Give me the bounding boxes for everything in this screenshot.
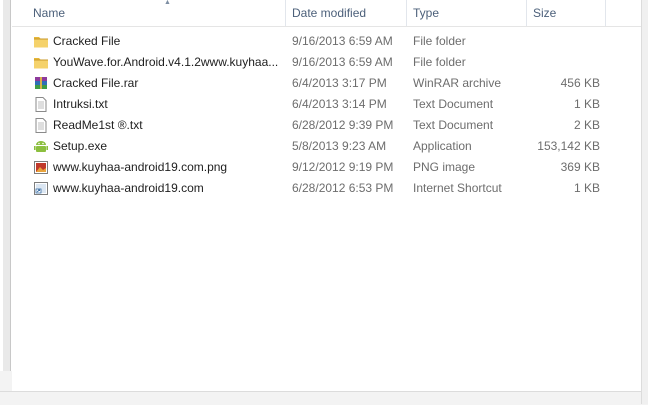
text-document-icon <box>33 97 49 112</box>
file-size: 456 KB <box>560 76 600 90</box>
file-size: 369 KB <box>560 160 600 174</box>
column-header-date-modified[interactable]: Date modified <box>286 0 406 26</box>
file-date-modified: 9/12/2012 9:19 PM <box>292 160 394 174</box>
file-name: www.kuyhaa-android19.com.png <box>53 160 228 174</box>
column-header-type[interactable]: Type <box>407 0 526 26</box>
file-size <box>526 31 600 52</box>
file-row[interactable]: Cracked File.rar 6/4/2013 3:17 PM WinRAR… <box>26 73 604 94</box>
file-name: Intruksi.txt <box>53 97 108 111</box>
file-type: Internet Shortcut <box>413 181 502 195</box>
file-date-modified: 6/28/2012 6:53 PM <box>292 181 394 195</box>
file-row[interactable]: Cracked File 9/16/2013 6:59 AM File fold… <box>26 31 604 52</box>
file-type: WinRAR archive <box>413 76 502 90</box>
file-type: Application <box>413 139 472 153</box>
file-date-modified: 6/28/2012 9:39 PM <box>292 118 394 132</box>
file-size: 153,142 KB <box>537 139 600 153</box>
file-date-modified: 9/16/2013 6:59 AM <box>292 55 393 69</box>
file-row[interactable]: YouWave.for.Android.v4.1.2www.kuyhaa... … <box>26 52 604 73</box>
file-row[interactable]: Setup.exe 5/8/2013 9:23 AM Application 1… <box>26 136 604 157</box>
right-scrollbar[interactable] <box>641 0 648 404</box>
file-type: Text Document <box>413 118 494 132</box>
file-name: Setup.exe <box>53 139 108 153</box>
text-document-icon <box>33 118 49 133</box>
sort-ascending-icon: ▲ <box>164 0 171 6</box>
bottom-scrollbar[interactable] <box>0 391 648 405</box>
file-type: Text Document <box>413 97 494 111</box>
file-name: Cracked File.rar <box>53 76 139 90</box>
column-header-bar: Name ▲ Date modified Type Size <box>12 0 641 27</box>
file-name: Cracked File <box>53 34 121 48</box>
file-size <box>526 52 600 73</box>
png-image-icon <box>33 160 49 175</box>
file-date-modified: 9/16/2013 6:59 AM <box>292 34 393 48</box>
file-type: PNG image <box>413 160 476 174</box>
left-scrollbar[interactable] <box>3 0 11 371</box>
column-header-size[interactable]: Size <box>527 0 605 26</box>
column-header-name[interactable]: Name <box>27 0 285 26</box>
android-setup-icon <box>33 139 49 154</box>
winrar-icon <box>33 76 49 91</box>
folder-icon <box>33 34 49 49</box>
file-size: 1 KB <box>573 97 600 111</box>
internet-shortcut-icon <box>33 181 49 196</box>
file-row[interactable]: Intruksi.txt 6/4/2013 3:14 PM Text Docum… <box>26 94 604 115</box>
file-name: ReadMe1st ®.txt <box>53 118 143 132</box>
file-size: 1 KB <box>573 181 600 195</box>
file-type: File folder <box>413 34 466 48</box>
file-name: www.kuyhaa-android19.com <box>53 181 204 195</box>
folder-icon <box>33 55 49 70</box>
file-date-modified: 5/8/2013 9:23 AM <box>292 139 387 153</box>
file-size: 2 KB <box>573 118 600 132</box>
file-date-modified: 6/4/2013 3:14 PM <box>292 97 387 111</box>
file-date-modified: 6/4/2013 3:17 PM <box>292 76 387 90</box>
file-row[interactable]: www.kuyhaa-android19.com.png 9/12/2012 9… <box>26 157 604 178</box>
file-name: YouWave.for.Android.v4.1.2www.kuyhaa... <box>53 55 279 69</box>
file-type: File folder <box>413 55 466 69</box>
column-divider[interactable] <box>605 0 606 26</box>
file-row[interactable]: ReadMe1st ®.txt 6/28/2012 9:39 PM Text D… <box>26 115 604 136</box>
file-row[interactable]: www.kuyhaa-android19.com 6/28/2012 6:53 … <box>26 178 604 199</box>
